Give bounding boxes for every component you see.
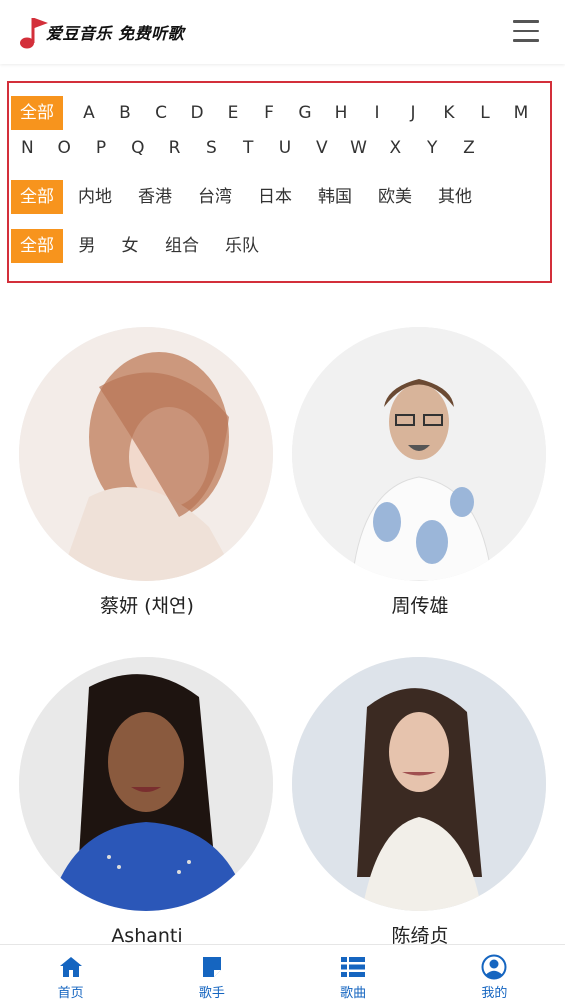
letter-filter-w[interactable]: W bbox=[340, 131, 377, 165]
letter-filter-h[interactable]: H bbox=[323, 96, 359, 130]
letter-filter-j[interactable]: J bbox=[395, 96, 431, 130]
tab-mine-label: 我的 bbox=[481, 986, 508, 1001]
letter-filter-s[interactable]: S bbox=[193, 131, 230, 165]
letter-filter-t[interactable]: T bbox=[230, 131, 267, 165]
gender-filter-male[interactable]: 男 bbox=[65, 229, 109, 263]
letter-filter-o[interactable]: O bbox=[46, 131, 83, 165]
artist-card[interactable]: Ashanti bbox=[19, 657, 275, 949]
letter-filter-v[interactable]: V bbox=[303, 131, 340, 165]
tab-mine[interactable]: 我的 bbox=[424, 945, 565, 1004]
letter-filter-l[interactable]: L bbox=[467, 96, 503, 130]
letter-filter-i[interactable]: I bbox=[359, 96, 395, 130]
region-filter-all[interactable]: 全部 bbox=[11, 180, 63, 214]
region-filter-japan[interactable]: 日本 bbox=[245, 180, 305, 214]
letter-filter-q[interactable]: Q bbox=[119, 131, 156, 165]
artist-filter-panel: 全部 A B C D E F G H I J K L M N O P Q R S… bbox=[7, 81, 552, 283]
tab-singers-label: 歌手 bbox=[198, 986, 225, 1001]
letter-filter-y[interactable]: Y bbox=[414, 131, 451, 165]
letter-filter-r[interactable]: R bbox=[156, 131, 193, 165]
music-note-flag-icon bbox=[18, 14, 50, 50]
letter-filter-e[interactable]: E bbox=[215, 96, 251, 130]
artist-avatar[interactable] bbox=[19, 327, 273, 581]
letter-filter-p[interactable]: P bbox=[83, 131, 120, 165]
artist-avatar[interactable] bbox=[292, 327, 546, 581]
region-filter-korea[interactable]: 韩国 bbox=[305, 180, 365, 214]
home-icon bbox=[59, 957, 82, 977]
artist-name: 蔡妍 (채연) bbox=[100, 595, 194, 617]
region-filter-row: 全部 内地 香港 台湾 日本 韩国 欧美 其他 bbox=[11, 180, 485, 214]
top-header: 爱豆音乐 免费听歌 bbox=[0, 0, 565, 64]
artist-avatar[interactable] bbox=[292, 657, 546, 911]
artist-card[interactable]: 陈绮贞 bbox=[292, 657, 548, 949]
logo-text: 爱豆音乐 免费听歌 bbox=[46, 24, 185, 43]
tab-home[interactable]: 首页 bbox=[0, 945, 141, 1004]
region-filter-other[interactable]: 其他 bbox=[425, 180, 485, 214]
letter-filter-u[interactable]: U bbox=[267, 131, 304, 165]
gender-filter-all[interactable]: 全部 bbox=[11, 229, 63, 263]
letter-filter-a[interactable]: A bbox=[71, 96, 107, 130]
gender-filter-band[interactable]: 乐队 bbox=[213, 229, 271, 263]
letter-filter-all[interactable]: 全部 bbox=[11, 96, 63, 130]
gender-filter-row: 全部 男 女 组合 乐队 bbox=[11, 229, 271, 263]
letter-filter-k[interactable]: K bbox=[431, 96, 467, 130]
artist-avatar[interactable] bbox=[19, 657, 273, 911]
gender-filter-group[interactable]: 组合 bbox=[151, 229, 213, 263]
letter-filter-d[interactable]: D bbox=[179, 96, 215, 130]
user-circle-icon bbox=[481, 954, 507, 980]
singer-note-icon bbox=[202, 957, 221, 977]
letter-filter-f[interactable]: F bbox=[251, 96, 287, 130]
artist-card[interactable]: 周传雄 bbox=[292, 327, 548, 619]
region-filter-mainland[interactable]: 内地 bbox=[65, 180, 125, 214]
tab-songs-label: 歌曲 bbox=[340, 986, 367, 1001]
letter-filter-row-1: 全部 A B C D E F G H I J K L M bbox=[11, 96, 539, 130]
letter-filter-g[interactable]: G bbox=[287, 96, 323, 130]
region-filter-hongkong[interactable]: 香港 bbox=[125, 180, 185, 214]
letter-filter-row-2: N O P Q R S T U V W X Y Z bbox=[9, 131, 487, 165]
artist-name: 周传雄 bbox=[391, 595, 449, 617]
letter-filter-c[interactable]: C bbox=[143, 96, 179, 130]
region-filter-western[interactable]: 欧美 bbox=[365, 180, 425, 214]
tab-home-label: 首页 bbox=[57, 986, 84, 1001]
list-icon bbox=[341, 957, 366, 977]
gender-filter-female[interactable]: 女 bbox=[109, 229, 151, 263]
tab-songs[interactable]: 歌曲 bbox=[283, 945, 424, 1004]
artist-card[interactable]: 蔡妍 (채연) bbox=[19, 327, 275, 619]
tab-singers[interactable]: 歌手 bbox=[141, 945, 282, 1004]
letter-filter-x[interactable]: X bbox=[377, 131, 414, 165]
region-filter-taiwan[interactable]: 台湾 bbox=[185, 180, 245, 214]
hamburger-menu-icon[interactable] bbox=[513, 20, 539, 42]
letter-filter-z[interactable]: Z bbox=[451, 131, 488, 165]
bottom-tab-bar: 首页 歌手 歌曲 我的 bbox=[0, 944, 565, 1004]
letter-filter-b[interactable]: B bbox=[107, 96, 143, 130]
site-logo[interactable]: 爱豆音乐 免费听歌 bbox=[18, 14, 184, 50]
letter-filter-m[interactable]: M bbox=[503, 96, 539, 130]
letter-filter-n[interactable]: N bbox=[9, 131, 46, 165]
